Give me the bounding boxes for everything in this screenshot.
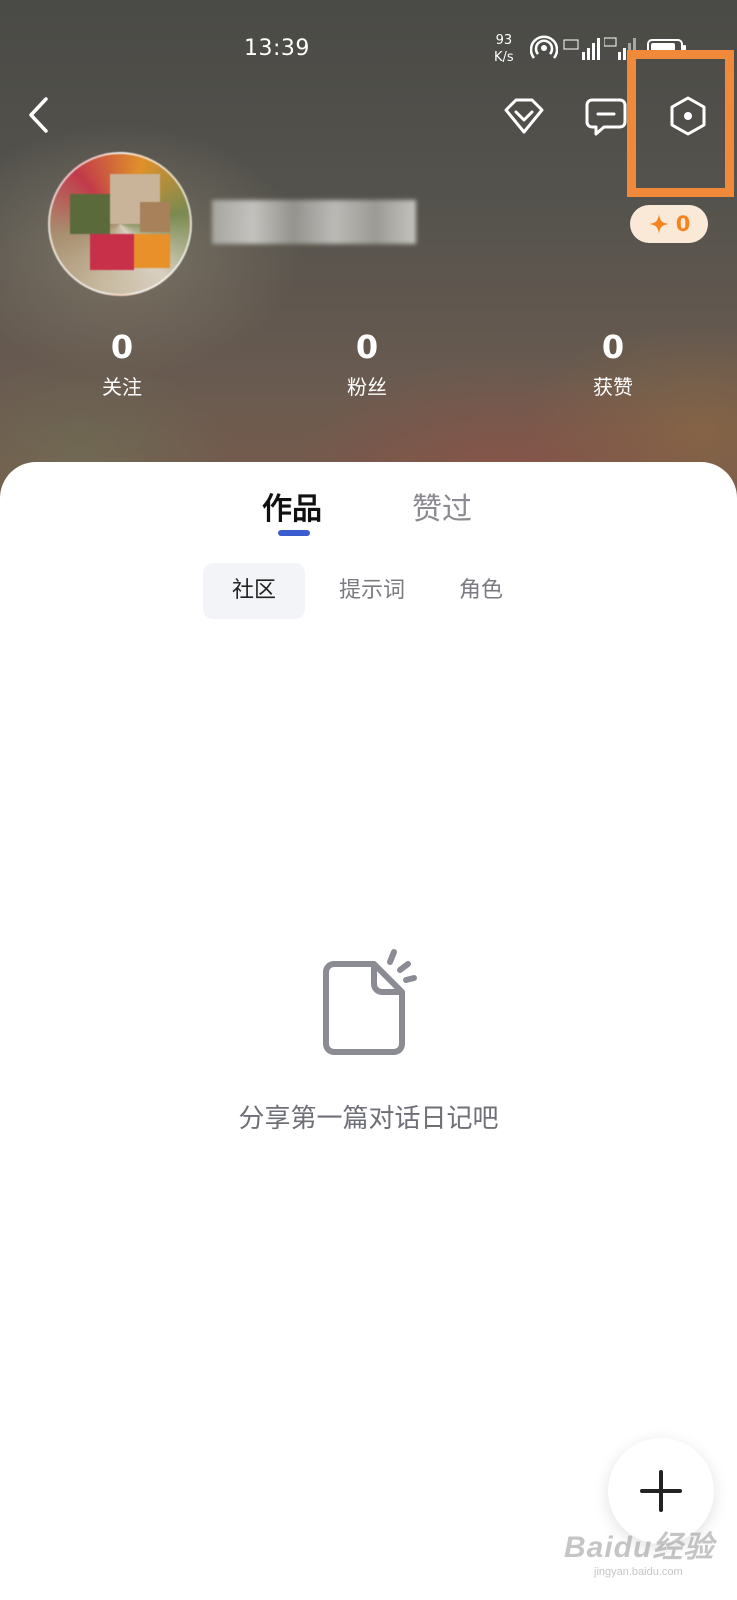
stat-fans-value: 0 [355, 328, 379, 366]
network-speed-unit: K/s [494, 50, 514, 65]
document-icon [323, 949, 417, 1055]
avatar-pixel [140, 202, 170, 232]
hotspot-icon [530, 35, 558, 59]
watermark-url: jingyan.baidu.com [594, 1566, 683, 1578]
points-value: 0 [675, 212, 691, 236]
avatar-pixel [90, 234, 134, 270]
stat-likes-label: 获赞 [593, 375, 633, 399]
watermark-brand: Baidu经验 [564, 1531, 715, 1564]
vip-button[interactable] [500, 92, 548, 140]
empty-state-text: 分享第一篇对话日记吧 [238, 1104, 499, 1134]
username-redacted [212, 200, 416, 244]
avatar-pixel [134, 234, 170, 268]
points-badge[interactable]: 0 [630, 205, 708, 243]
avatar-pixel [70, 194, 110, 234]
signal-sim1-icon [563, 38, 600, 60]
stat-likes[interactable]: 0 获赞 [553, 326, 673, 404]
network-speed-value: 93 [495, 33, 513, 48]
subtab-prompts[interactable]: 提示词 [322, 563, 422, 619]
tab-liked[interactable]: 赞过 [412, 484, 472, 544]
stat-fans-label: 粉丝 [347, 375, 387, 399]
message-button[interactable] [582, 92, 630, 140]
stat-likes-value: 0 [601, 328, 625, 366]
sparkle-icon [648, 214, 669, 234]
watermark: Baidu经验 jingyan.baidu.com [560, 1518, 730, 1590]
network-speed: 93 K/s [494, 32, 514, 66]
stat-fans[interactable]: 0 粉丝 [307, 326, 427, 404]
settings-highlight-box [627, 50, 734, 197]
tab-active-indicator [278, 530, 310, 536]
stat-following-value: 0 [110, 328, 134, 366]
stat-following-label: 关注 [102, 375, 142, 399]
status-time: 13:39 [244, 36, 310, 61]
chevron-left-icon [29, 97, 48, 133]
plus-icon [640, 1470, 682, 1512]
subtab-community[interactable]: 社区 [203, 563, 305, 619]
avatar[interactable] [48, 152, 192, 296]
vip-diamond-icon [504, 98, 544, 134]
subtab-roles[interactable]: 角色 [436, 563, 526, 619]
stat-following[interactable]: 0 关注 [62, 326, 182, 404]
message-icon [585, 98, 627, 136]
back-button[interactable] [20, 92, 56, 138]
